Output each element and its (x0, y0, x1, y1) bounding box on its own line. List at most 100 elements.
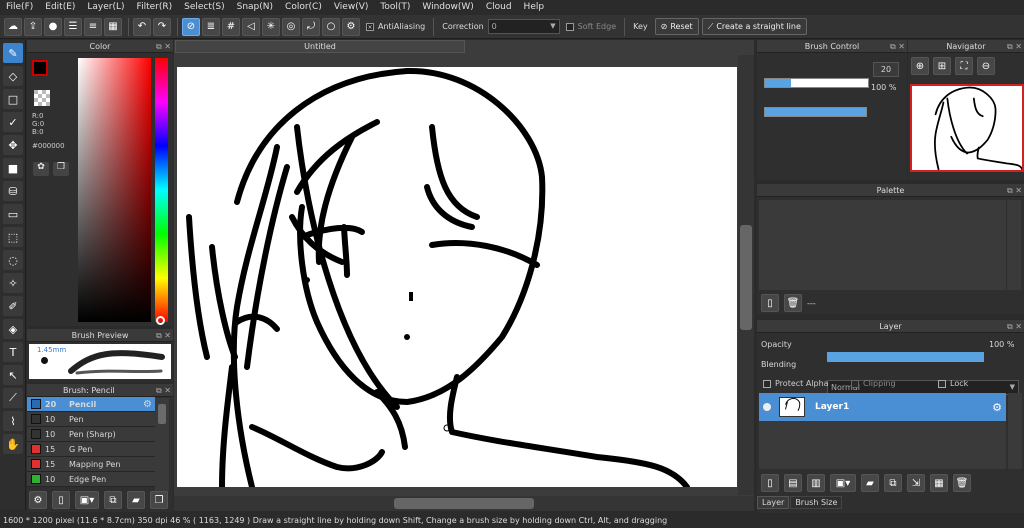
correction-dropdown[interactable]: 0 ▼ (487, 19, 560, 34)
canvas-horizontal-scrollbar[interactable] (174, 496, 754, 511)
protect-alpha-box[interactable] (763, 379, 771, 388)
brush-size-slider[interactable] (764, 78, 869, 88)
zoom-in-icon[interactable]: ⊕ (911, 57, 929, 75)
layer-visibility-icon[interactable] (763, 403, 771, 411)
clipping-box[interactable] (851, 379, 859, 388)
clipping-checkbox[interactable]: Clipping (851, 379, 896, 388)
redo-icon[interactable]: ↷ (153, 17, 171, 36)
chat-icon[interactable]: ● (44, 17, 62, 36)
brush-folder-icon[interactable]: ▰ (127, 491, 145, 509)
new-halftone-layer-icon[interactable]: ▤ (784, 474, 802, 492)
brush-item[interactable]: 10 Pen (27, 412, 155, 427)
magic-wand-tool-icon[interactable]: ✧ (3, 273, 23, 293)
brush-duplicate-icon[interactable]: ❐ (150, 491, 168, 509)
new-brush-icon[interactable]: ▯ (52, 491, 70, 509)
brush-size-value[interactable]: 20 (873, 62, 899, 77)
fill-rect-tool-icon[interactable]: ■ (3, 158, 23, 178)
brush-item[interactable]: 10 Edge Pen (27, 472, 155, 487)
operation-tool-icon[interactable]: ↖ (3, 365, 23, 385)
hue-slider[interactable] (155, 58, 168, 322)
zoom-out-icon[interactable]: ⊖ (977, 57, 995, 75)
protect-alpha-checkbox[interactable]: Protect Alpha (763, 379, 829, 388)
snap-settings-icon[interactable]: ⚙ (342, 17, 360, 36)
create-straight-line-button[interactable]: ⟋ Create a straight line (701, 18, 807, 35)
lock-box[interactable] (938, 379, 946, 388)
brush-list-scrollbar[interactable] (155, 398, 169, 492)
palette-swatch-area[interactable] (759, 200, 1006, 290)
cloud-icon[interactable]: ☁ (4, 17, 22, 36)
new-layer-folder-icon[interactable]: ▰ (861, 474, 879, 492)
snap-off-icon[interactable]: ⊘ (182, 17, 200, 36)
panel-close-icon[interactable]: ⧉ ✕ (156, 384, 171, 397)
menu-file[interactable]: File(F) (0, 0, 39, 15)
tab-layer[interactable]: Layer (757, 496, 790, 509)
select-pen-tool-icon[interactable]: ✐ (3, 296, 23, 316)
snap-curve-icon[interactable]: ⤾ (302, 17, 320, 36)
palette-scrollbar[interactable] (1007, 200, 1021, 290)
reset-button[interactable]: ⊘ Reset (654, 18, 699, 35)
panel-close-icon[interactable]: ⧉ ✕ (156, 40, 171, 53)
list-icon[interactable]: ☰ (64, 17, 82, 36)
new-layer-icon[interactable]: ▯ (761, 474, 779, 492)
add-layer-dropdown-icon[interactable]: ▣▾ (830, 474, 856, 492)
drawing-canvas[interactable] (177, 67, 737, 487)
text-tool-icon[interactable]: T (3, 342, 23, 362)
add-brush-icon[interactable]: ▣▾ (75, 491, 99, 509)
brush-opacity-slider[interactable] (764, 107, 867, 117)
brush-item[interactable]: 15 Mapping Pen (27, 457, 155, 472)
panel-close-icon[interactable]: ⧉ ✕ (1007, 40, 1022, 53)
hue-slider-handle[interactable] (156, 316, 165, 325)
delete-palette-color-icon[interactable]: 🗑 (784, 294, 802, 312)
panel-close-icon[interactable]: ⧉ ✕ (890, 40, 905, 53)
divide-tool-icon[interactable]: ⟋ (3, 388, 23, 408)
horizontal-scroll-thumb[interactable] (394, 498, 534, 509)
select-eraser-tool-icon[interactable]: ◈ (3, 319, 23, 339)
snap-grid-icon[interactable]: # (222, 17, 240, 36)
shape-tool-icon[interactable]: □ (3, 89, 23, 109)
brush-item[interactable]: 20 Pencil ⚙ (27, 397, 155, 412)
menu-window[interactable]: Window(W) (416, 0, 479, 15)
brush-tool-icon[interactable]: ✎ (3, 43, 23, 63)
menu-select[interactable]: Select(S) (178, 0, 231, 15)
brush-item[interactable]: 15 G Pen (27, 442, 155, 457)
menu-edit[interactable]: Edit(E) (39, 0, 81, 15)
new-palette-color-icon[interactable]: ▯ (761, 294, 779, 312)
fit-window-icon[interactable]: ⛶ (955, 57, 973, 75)
undo-icon[interactable]: ↶ (133, 17, 151, 36)
tab-brush-size[interactable]: Brush Size (790, 496, 843, 509)
move-tool-icon[interactable]: ✥ (3, 135, 23, 155)
brush-settings-icon[interactable]: ⚙ (29, 491, 47, 509)
eyedropper-tool-icon[interactable]: ⌇ (3, 411, 23, 431)
canvas-tab[interactable]: Untitled (175, 40, 465, 53)
brush-list-scroll-thumb[interactable] (158, 404, 166, 424)
soft-edge-checkbox[interactable] (565, 22, 574, 31)
navigator-preview[interactable] (910, 84, 1024, 172)
transparent-color-swatch[interactable] (34, 90, 50, 106)
foreground-color-swatch[interactable] (32, 60, 48, 76)
panel-close-icon[interactable]: ⧉ ✕ (1007, 320, 1022, 333)
export-icon[interactable]: ⇪ (24, 17, 42, 36)
antialiasing-checkbox[interactable]: × (366, 22, 374, 31)
menu-view[interactable]: View(V) (328, 0, 375, 15)
menu-filter[interactable]: Filter(R) (131, 0, 179, 15)
actual-size-icon[interactable]: ⊞ (933, 57, 951, 75)
canvas-vertical-scrollbar[interactable] (738, 55, 754, 495)
gradient-tool-icon[interactable]: ▭ (3, 204, 23, 224)
bucket-tool-icon[interactable]: ⛁ (3, 181, 23, 201)
snap-radial-icon[interactable]: ✳ (262, 17, 280, 36)
layer-settings-icon[interactable]: ⚙ (992, 401, 1002, 414)
lasso-tool-icon[interactable]: ◌ (3, 250, 23, 270)
menu-tool[interactable]: Tool(T) (374, 0, 416, 15)
color-wheel-icon[interactable]: ✿ (33, 162, 49, 176)
color-saturation-value-field[interactable] (78, 58, 151, 322)
delete-layer-icon[interactable]: 🗑 (953, 474, 971, 492)
menu-color[interactable]: Color(C) (279, 0, 328, 15)
layer-options-icon[interactable]: ▦ (930, 474, 948, 492)
grid-menu-icon[interactable]: ▦ (104, 17, 122, 36)
layer-list-scrollbar[interactable] (1008, 393, 1022, 469)
menu-layer[interactable]: Layer(L) (81, 0, 130, 15)
brush-settings-gear-icon[interactable]: ⚙ (143, 399, 152, 410)
lock-checkbox[interactable]: Lock (938, 379, 968, 388)
snap-circle-icon[interactable]: ○ (322, 17, 340, 36)
layer-row[interactable]: Layer1 ⚙ (759, 393, 1006, 421)
